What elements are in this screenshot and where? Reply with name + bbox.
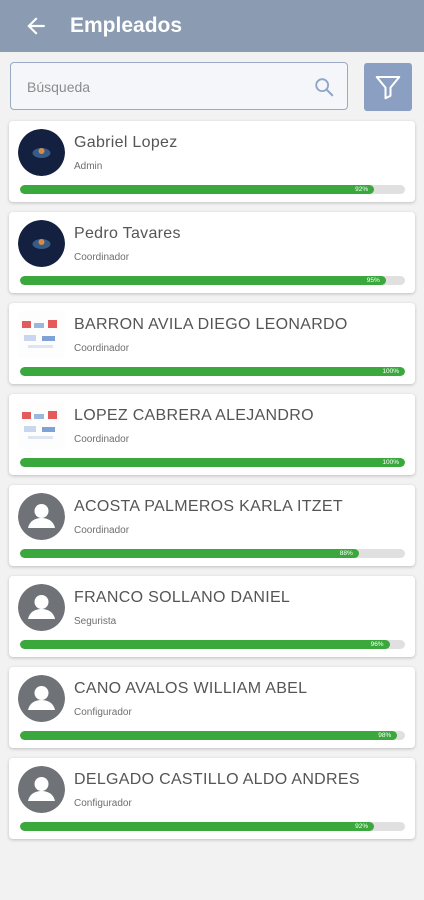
employee-name: CANO AVALOS WILLIAM ABEL <box>74 680 308 697</box>
employee-role: Segurista <box>74 616 117 627</box>
progress-bar: 100% <box>20 458 405 467</box>
arrow-left-icon <box>27 17 45 35</box>
progress-bar: 92% <box>20 185 405 194</box>
progress-percent: 92% <box>355 823 369 830</box>
user-icon <box>18 493 65 540</box>
employee-name: DELGADO CASTILLO ALDO ANDRES <box>74 771 360 788</box>
progress-fill: 100% <box>20 367 405 376</box>
progress-percent: 95% <box>366 277 380 284</box>
user-icon <box>18 675 65 722</box>
page-title: Empleados <box>70 14 183 37</box>
avatar <box>18 493 65 540</box>
progress-fill: 100% <box>20 458 405 467</box>
search-input[interactable] <box>25 63 309 110</box>
employee-card[interactable]: Pedro Tavares Coordinador 95% <box>9 212 415 293</box>
employee-card[interactable]: BARRON AVILA DIEGO LEONARDO Coordinador 10… <box>9 303 415 384</box>
app-bar: Empleados <box>0 0 424 52</box>
employee-name: Pedro Tavares <box>74 225 181 242</box>
employee-card[interactable]: DELGADO CASTILLO ALDO ANDRES Configurador… <box>9 758 415 839</box>
employee-role: Configurador <box>74 707 132 718</box>
avatar <box>18 311 65 358</box>
progress-percent: 88% <box>339 550 353 557</box>
progress-percent: 96% <box>370 641 384 648</box>
employee-role: Coordinador <box>74 434 130 445</box>
employee-card[interactable]: CANO AVALOS WILLIAM ABEL Configurador 98% <box>9 667 415 748</box>
avatar-photo <box>18 311 65 358</box>
search-icon[interactable] <box>313 76 335 98</box>
search-row <box>10 62 414 112</box>
employee-name: FRANCO SOLLANO DANIEL <box>74 589 291 606</box>
progress-bar: 96% <box>20 640 405 649</box>
employee-card[interactable]: LOPEZ CABRERA ALEJANDRO Coordinador 100% <box>9 394 415 475</box>
progress-percent: 100% <box>382 368 399 375</box>
employee-role: Configurador <box>74 798 132 809</box>
user-icon <box>18 584 65 631</box>
avatar <box>18 220 65 267</box>
employee-list: Gabriel Lopez Admin 92% Pedro Tavares Coordi… <box>9 121 415 849</box>
progress-percent: 98% <box>378 732 392 739</box>
progress-fill: 92% <box>20 822 375 831</box>
user-icon <box>18 766 65 813</box>
avatar-photo <box>18 129 65 176</box>
avatar <box>18 675 65 722</box>
employee-card[interactable]: Gabriel Lopez Admin 92% <box>9 121 415 202</box>
employee-role: Coordinador <box>74 252 130 263</box>
employee-name: Gabriel Lopez <box>74 134 178 151</box>
employee-card[interactable]: ACOSTA PALMEROS KARLA ITZET Coordinador 88… <box>9 485 415 566</box>
avatar <box>18 766 65 813</box>
progress-fill: 95% <box>20 276 386 285</box>
progress-fill: 92% <box>20 185 375 194</box>
progress-bar: 92% <box>20 822 405 831</box>
progress-bar: 88% <box>20 549 405 558</box>
employee-card[interactable]: FRANCO SOLLANO DANIEL Segurista 96% <box>9 576 415 657</box>
filter-icon <box>375 76 401 100</box>
avatar <box>18 402 65 449</box>
avatar-photo <box>18 402 65 449</box>
back-button[interactable] <box>18 8 54 44</box>
employee-role: Coordinador <box>74 525 130 536</box>
progress-bar: 95% <box>20 276 405 285</box>
employee-name: LOPEZ CABRERA ALEJANDRO <box>74 407 314 424</box>
progress-percent: 92% <box>355 186 369 193</box>
filter-button[interactable] <box>364 63 412 111</box>
employee-role: Admin <box>74 161 103 172</box>
progress-fill: 98% <box>20 731 398 740</box>
progress-percent: 100% <box>382 459 399 466</box>
progress-bar: 98% <box>20 731 405 740</box>
progress-fill: 88% <box>20 549 359 558</box>
avatar <box>18 129 65 176</box>
employee-name: BARRON AVILA DIEGO LEONARDO <box>74 316 348 333</box>
search-box <box>10 62 348 110</box>
employee-name: ACOSTA PALMEROS KARLA ITZET <box>74 498 343 515</box>
progress-bar: 100% <box>20 367 405 376</box>
avatar-photo <box>18 220 65 267</box>
employee-role: Coordinador <box>74 343 130 354</box>
progress-fill: 96% <box>20 640 390 649</box>
avatar <box>18 584 65 631</box>
